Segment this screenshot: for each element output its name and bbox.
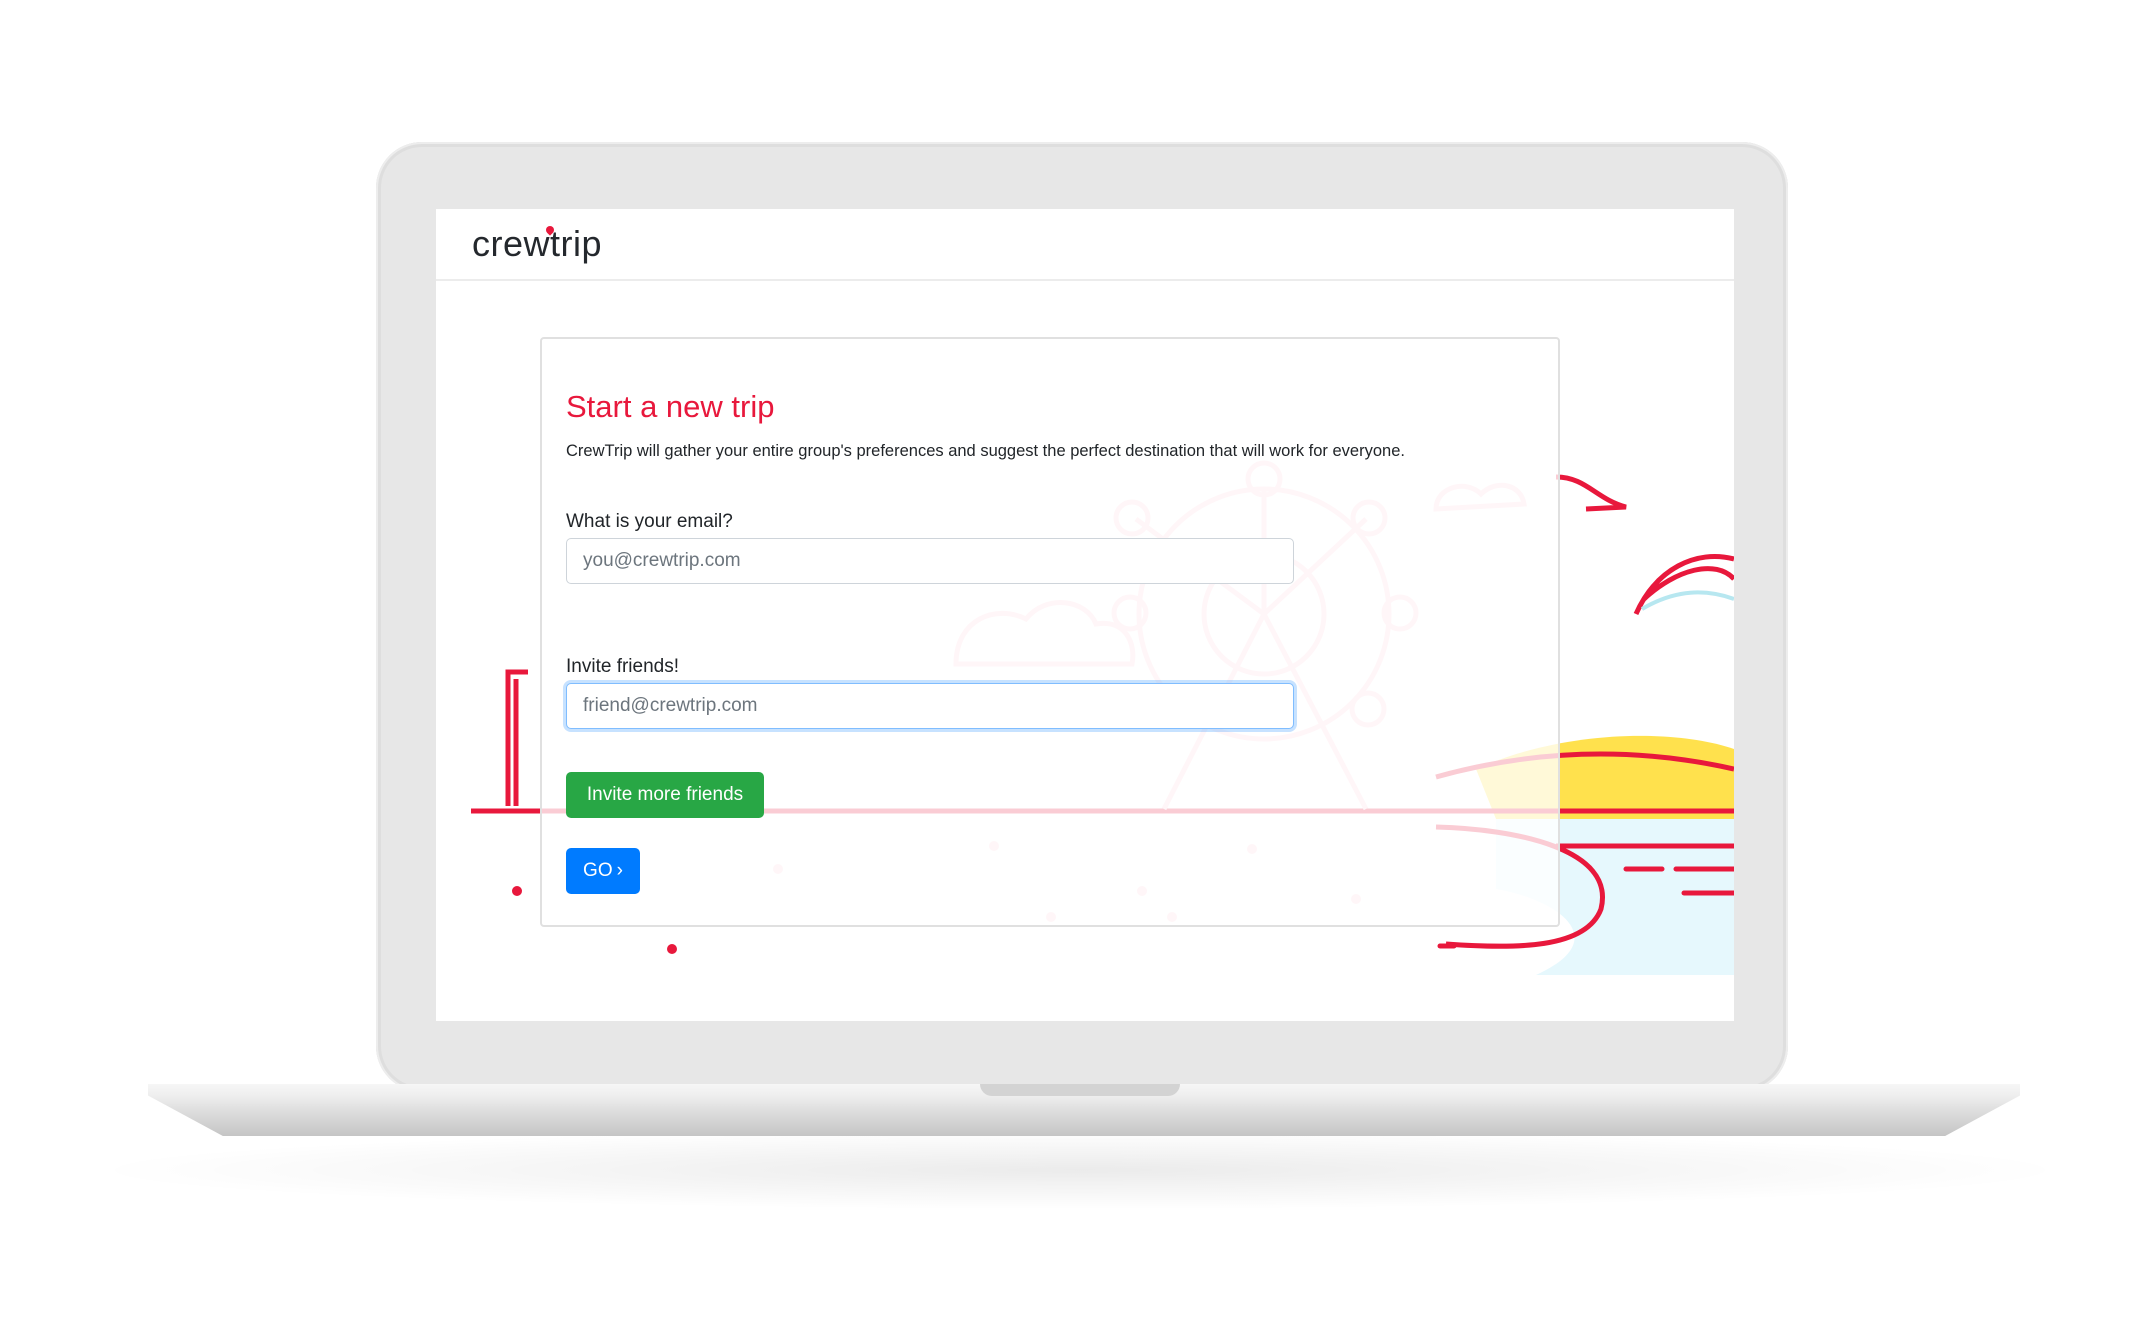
go-button-label: GO bbox=[583, 860, 613, 881]
email-label: What is your email? bbox=[566, 511, 733, 532]
dot bbox=[667, 944, 677, 954]
logo[interactable]: crewtrip bbox=[472, 223, 602, 265]
email-input[interactable]: you@crewtrip.com bbox=[566, 538, 1294, 584]
laptop-shadow bbox=[80, 1130, 2080, 1210]
invite-friends-label: Invite friends! bbox=[566, 656, 679, 677]
navbar: crewtrip bbox=[436, 209, 1734, 281]
laptop-screen: crewtrip Start a new trip CrewTrip will … bbox=[436, 209, 1734, 1021]
chevron-right-icon: › bbox=[616, 860, 623, 881]
cloud-fragment bbox=[1555, 474, 1627, 512]
friend-email-input[interactable]: friend@crewtrip.com bbox=[566, 683, 1294, 729]
dot bbox=[512, 886, 522, 896]
page-title: Start a new trip bbox=[566, 389, 775, 424]
invite-more-friends-button[interactable]: Invite more friends bbox=[566, 772, 764, 818]
new-trip-card: Start a new trip CrewTrip will gather yo… bbox=[540, 337, 1560, 927]
page-description: CrewTrip will gather your entire group's… bbox=[566, 442, 1405, 460]
pole-shape bbox=[505, 669, 528, 806]
palm-leaf-shade bbox=[1640, 590, 1734, 611]
go-button[interactable]: GO › bbox=[566, 848, 640, 894]
laptop-notch bbox=[980, 1084, 1180, 1096]
